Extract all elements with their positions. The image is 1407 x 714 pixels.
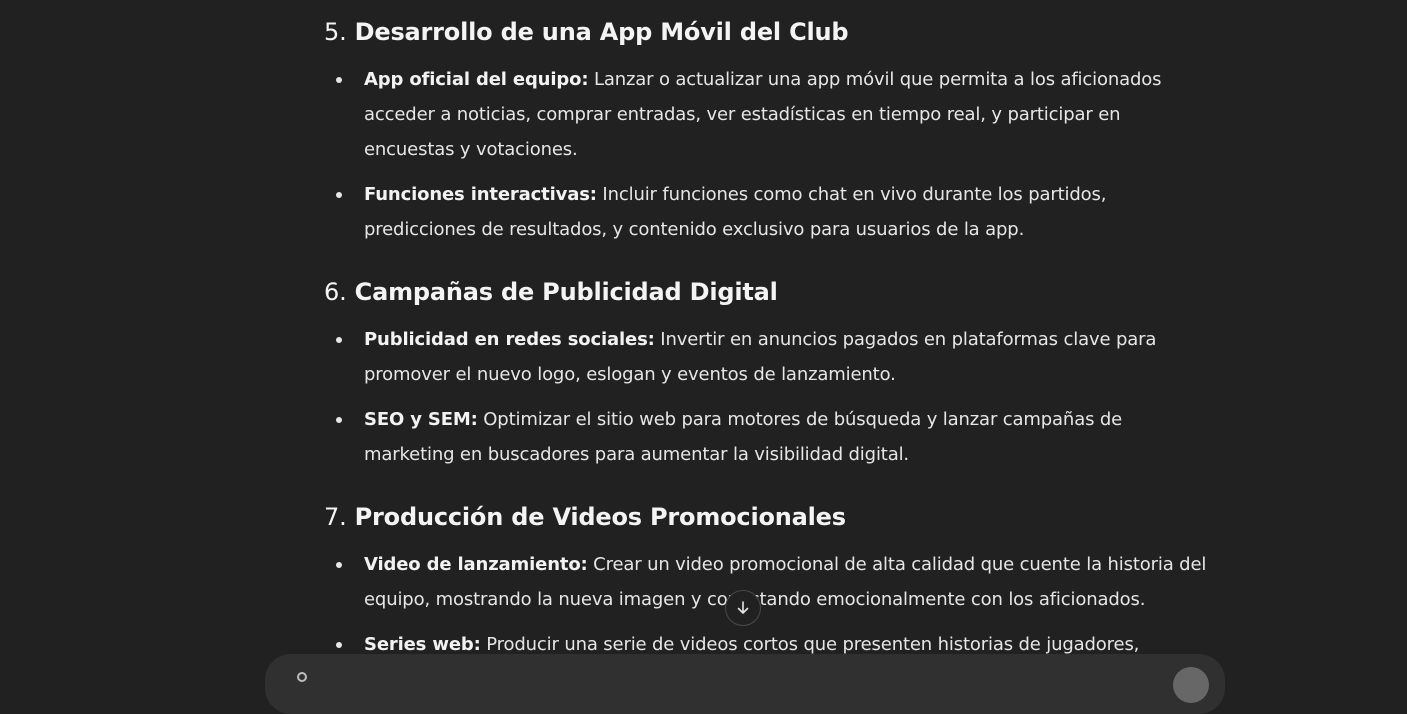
section-app-movil: 5. Desarrollo de una App Móvil del Club … [324, 16, 1214, 247]
scroll-to-bottom-button[interactable] [725, 590, 761, 626]
section-title: Desarrollo de una App Móvil del Club [354, 18, 849, 46]
list-item: Publicidad en redes sociales: Invertir e… [324, 322, 1214, 392]
send-button[interactable] [1173, 667, 1209, 703]
section-title: Campañas de Publicidad Digital [354, 278, 778, 306]
arrow-down-icon [737, 601, 749, 614]
section-title: Producción de Videos Promocionales [354, 503, 846, 531]
section-publicidad-digital: 6. Campañas de Publicidad Digital Public… [324, 276, 1214, 472]
bullet-list: App oficial del equipo: Lanzar o actuali… [324, 62, 1214, 247]
bullet-list: Video de lanzamiento: Crear un video pro… [324, 547, 1214, 662]
message-composer[interactable] [265, 654, 1225, 714]
section-heading: 7. Producción de Videos Promocionales [324, 503, 846, 531]
list-item: App oficial del equipo: Lanzar o actuali… [324, 62, 1214, 167]
section-videos-promocionales: 7. Producción de Videos Promocionales Vi… [324, 501, 1214, 662]
section-heading: 6. Campañas de Publicidad Digital [324, 278, 778, 306]
attach-icon[interactable] [297, 672, 307, 682]
list-item: Video de lanzamiento: Crear un video pro… [324, 547, 1214, 617]
list-item: Funciones interactivas: Incluir funcione… [324, 177, 1214, 247]
list-item: SEO y SEM: Optimizar el sitio web para m… [324, 402, 1214, 472]
bullet-list: Publicidad en redes sociales: Invertir e… [324, 322, 1214, 472]
section-heading: 5. Desarrollo de una App Móvil del Club [324, 18, 849, 46]
